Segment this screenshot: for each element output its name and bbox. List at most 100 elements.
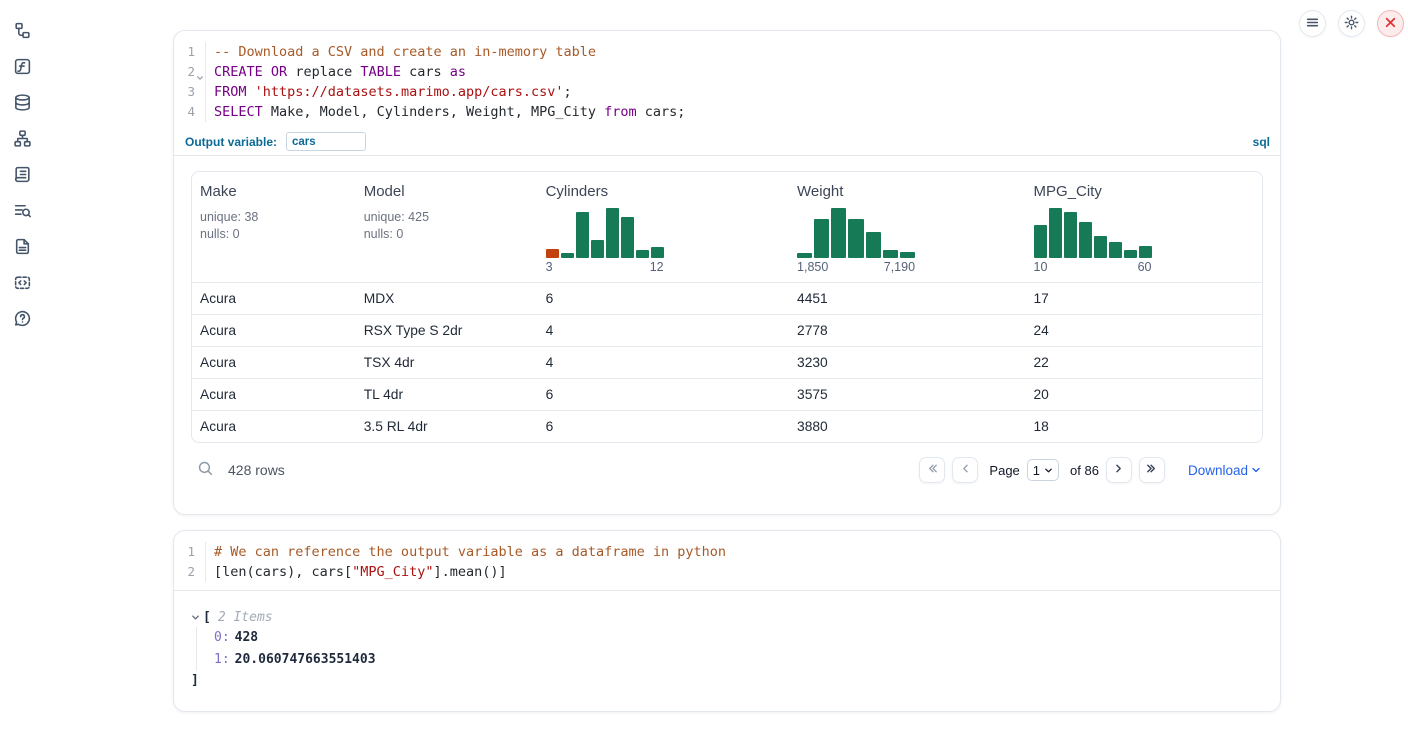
table-search-button[interactable] bbox=[193, 456, 218, 484]
variables-button[interactable] bbox=[10, 56, 34, 80]
histogram-bar bbox=[636, 250, 649, 259]
histogram-bar bbox=[606, 208, 619, 258]
column-header-model[interactable]: Model unique: 425nulls: 0 bbox=[356, 172, 538, 282]
column-header-cylinders[interactable]: Cylinders 312 bbox=[538, 172, 789, 282]
chevron-down-icon bbox=[1044, 463, 1053, 478]
histogram-bar bbox=[883, 250, 898, 259]
histogram-bar bbox=[1064, 212, 1077, 258]
gear-icon bbox=[1344, 15, 1359, 33]
histogram-bar bbox=[561, 253, 574, 258]
page-total: of 86 bbox=[1070, 463, 1099, 478]
line-number: 1 bbox=[174, 42, 206, 62]
python-comment: # We can reference the output variable a… bbox=[214, 544, 726, 560]
line-number: 4 bbox=[174, 102, 206, 122]
output-variable-input[interactable] bbox=[286, 132, 366, 151]
chevron-down-icon bbox=[1251, 463, 1261, 478]
code-line: 3 FROM 'https://datasets.marimo.app/cars… bbox=[174, 82, 1280, 102]
help-button[interactable] bbox=[10, 308, 34, 332]
histogram-bar bbox=[848, 219, 863, 258]
table-row[interactable]: AcuraTL 4dr6357520 bbox=[192, 378, 1262, 410]
unique-stat: unique: 425 bbox=[364, 209, 530, 226]
first-page-button[interactable] bbox=[919, 457, 945, 483]
table-row[interactable]: AcuraRSX Type S 2dr4277824 bbox=[192, 314, 1262, 346]
menu-button[interactable] bbox=[1299, 10, 1326, 37]
download-button[interactable]: Download bbox=[1188, 463, 1261, 478]
line-number: 2 bbox=[174, 562, 206, 582]
histogram-bar bbox=[1139, 246, 1152, 258]
histogram-bar bbox=[576, 212, 589, 258]
tree-collapse-button[interactable] bbox=[191, 610, 200, 625]
nulls-stat: nulls: 0 bbox=[200, 226, 348, 243]
sql-comment: -- Download a CSV and create an in-memor… bbox=[214, 44, 596, 60]
sql-output: Make unique: 38nulls: 0 Model unique: 42… bbox=[174, 156, 1280, 488]
python-code-editor[interactable]: 1 # We can reference the output variable… bbox=[174, 531, 1280, 582]
data-table: Make unique: 38nulls: 0 Model unique: 42… bbox=[191, 171, 1263, 443]
items-count: 2 Items bbox=[218, 610, 273, 625]
table-row[interactable]: Acura3.5 RL 4dr6388018 bbox=[192, 410, 1262, 442]
column-header-make[interactable]: Make unique: 38nulls: 0 bbox=[192, 172, 356, 282]
histogram-bar bbox=[831, 208, 846, 258]
file-explorer-button[interactable] bbox=[10, 20, 34, 44]
histogram-bar bbox=[591, 240, 604, 259]
open-bracket: [ bbox=[203, 610, 211, 625]
axis-min: 10 bbox=[1034, 260, 1048, 274]
logs-button[interactable] bbox=[10, 200, 34, 224]
next-page-button[interactable] bbox=[1106, 457, 1132, 483]
axis-max: 60 bbox=[1138, 260, 1152, 274]
logs-search-icon bbox=[13, 201, 32, 223]
file-tree-icon bbox=[13, 21, 32, 43]
dependency-graph-button[interactable] bbox=[10, 128, 34, 152]
histogram-bar bbox=[866, 232, 881, 259]
page-select[interactable]: 1 bbox=[1027, 459, 1059, 481]
dependency-graph-icon bbox=[13, 129, 32, 151]
axis-min: 3 bbox=[546, 260, 553, 274]
snippets-button[interactable] bbox=[10, 272, 34, 296]
table-header-row: Make unique: 38nulls: 0 Model unique: 42… bbox=[192, 172, 1262, 282]
axis-max: 12 bbox=[650, 260, 664, 274]
chevron-down-icon bbox=[191, 610, 200, 625]
unique-stat: unique: 38 bbox=[200, 209, 348, 226]
python-cell: 1 # We can reference the output variable… bbox=[173, 530, 1281, 712]
settings-button[interactable] bbox=[1338, 10, 1365, 37]
table-footer: 428 rows Page 1 of 86 Download bbox=[191, 452, 1263, 488]
histogram-bar bbox=[651, 247, 664, 258]
axis-min: 1,850 bbox=[797, 260, 828, 274]
code-line: 4 SELECT Make, Model, Cylinders, Weight,… bbox=[174, 102, 1280, 122]
histogram-bar bbox=[1094, 236, 1107, 259]
code-line: 1 -- Download a CSV and create an in-mem… bbox=[174, 42, 1280, 62]
documentation-button[interactable] bbox=[10, 236, 34, 260]
table-row[interactable]: AcuraMDX6445117 bbox=[192, 282, 1262, 314]
histogram-bar bbox=[900, 252, 915, 258]
close-icon bbox=[1384, 16, 1397, 32]
shutdown-button[interactable] bbox=[1377, 10, 1404, 37]
column-header-weight[interactable]: Weight 1,8507,190 bbox=[789, 172, 1025, 282]
database-icon bbox=[13, 93, 32, 115]
mpg-city-histogram: 10 60 bbox=[1034, 208, 1152, 274]
nulls-stat: nulls: 0 bbox=[364, 226, 530, 243]
line-number: 3 bbox=[174, 82, 206, 102]
sql-code-editor[interactable]: 1 -- Download a CSV and create an in-mem… bbox=[174, 31, 1280, 122]
scratchpad-scroll-icon bbox=[13, 165, 32, 187]
table-row[interactable]: AcuraTSX 4dr4323022 bbox=[192, 346, 1262, 378]
snippets-code-icon bbox=[13, 273, 32, 295]
search-icon bbox=[197, 460, 214, 480]
column-header-mpg-city[interactable]: MPG_City 1060 bbox=[1026, 172, 1263, 282]
histogram-bar bbox=[1124, 250, 1137, 258]
language-badge: sql bbox=[1253, 135, 1270, 149]
left-sidebar bbox=[0, 0, 44, 729]
previous-page-button[interactable] bbox=[952, 457, 978, 483]
chevron-left-icon bbox=[959, 462, 972, 478]
last-page-button[interactable] bbox=[1139, 457, 1165, 483]
chevrons-left-icon bbox=[926, 462, 939, 478]
histogram-bar bbox=[546, 249, 559, 258]
histogram-bar bbox=[621, 217, 634, 259]
list-item: 1:20.060747663551403 bbox=[214, 649, 1263, 671]
histogram-bar bbox=[1109, 242, 1122, 259]
scratchpad-button[interactable] bbox=[10, 164, 34, 188]
sql-cell-toolbar: Output variable: sql bbox=[174, 128, 1280, 156]
pagination: Page 1 of 86 Download bbox=[919, 457, 1261, 483]
histogram-bar bbox=[1049, 208, 1062, 258]
chevrons-right-icon bbox=[1145, 462, 1158, 478]
page-label: Page bbox=[989, 463, 1019, 478]
data-sources-button[interactable] bbox=[10, 92, 34, 116]
